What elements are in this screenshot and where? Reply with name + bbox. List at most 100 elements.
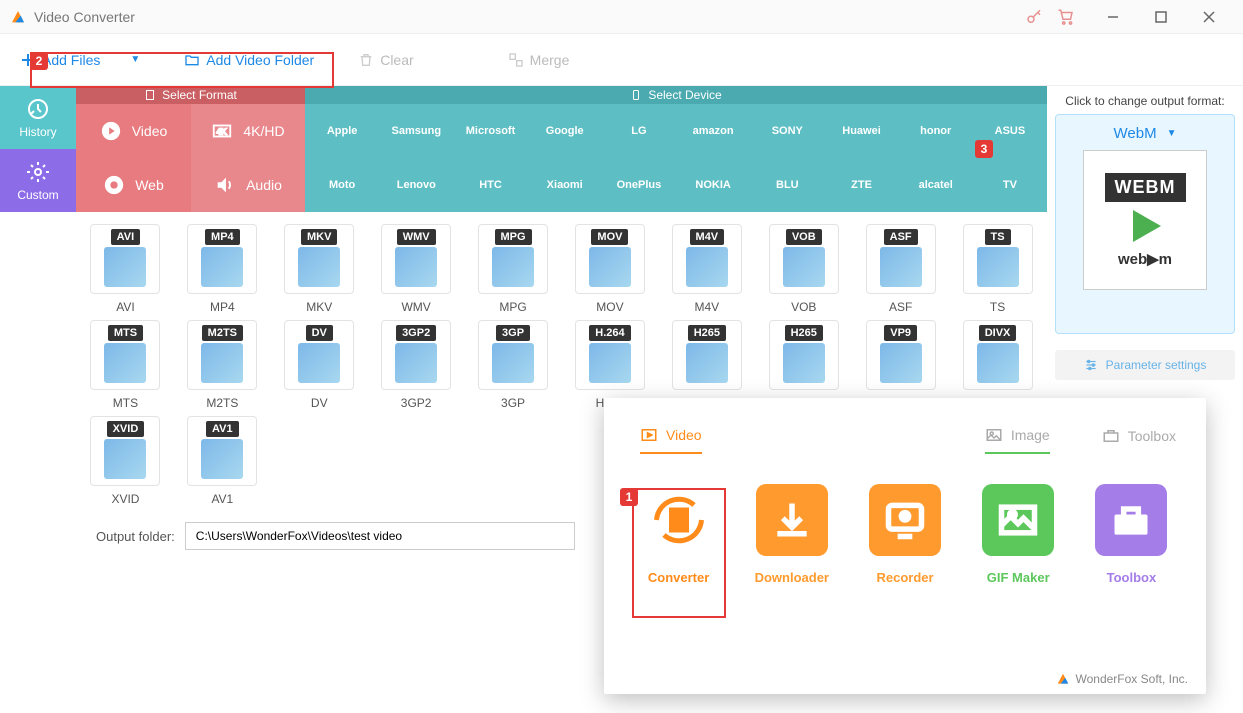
tab-video[interactable]: Video bbox=[76, 104, 191, 158]
format-mkv[interactable]: MKVMKV bbox=[272, 224, 367, 314]
play-icon bbox=[1121, 202, 1169, 250]
brand-htc[interactable]: HTC bbox=[453, 158, 527, 212]
brand-amazon[interactable]: amazon bbox=[676, 104, 750, 158]
format-avi[interactable]: AVIAVI bbox=[78, 224, 173, 314]
clear-label: Clear bbox=[380, 52, 413, 68]
tab-web[interactable]: Web bbox=[76, 158, 191, 212]
output-format-card[interactable]: WebM ▼ WEBM web▶m bbox=[1055, 114, 1235, 334]
merge-label: Merge bbox=[530, 52, 570, 68]
tool-downloader[interactable]: Downloader bbox=[747, 484, 836, 585]
speaker-icon bbox=[214, 174, 236, 196]
annotation-box-1 bbox=[632, 488, 726, 618]
parameter-settings-button[interactable]: Parameter settings bbox=[1055, 350, 1235, 380]
format-mts[interactable]: MTSMTS bbox=[78, 320, 173, 410]
brand-lenovo[interactable]: Lenovo bbox=[379, 158, 453, 212]
close-button[interactable] bbox=[1185, 0, 1233, 33]
format-vob[interactable]: VOBVOB bbox=[756, 224, 851, 314]
brand-apple[interactable]: Apple bbox=[305, 104, 379, 158]
device-icon bbox=[630, 89, 642, 101]
tab-audio[interactable]: Audio bbox=[191, 158, 305, 212]
tool-recorder[interactable]: Recorder bbox=[860, 484, 949, 585]
brand-sony[interactable]: SONY bbox=[750, 104, 824, 158]
toolbox-icon bbox=[1102, 427, 1120, 445]
format-h265[interactable]: H265H265 bbox=[659, 320, 754, 410]
brand-google[interactable]: Google bbox=[528, 104, 602, 158]
format-3gp[interactable]: 3GP3GP bbox=[466, 320, 561, 410]
format-mp4[interactable]: MP4MP4 bbox=[175, 224, 270, 314]
left-sidebar: History Custom bbox=[0, 86, 76, 713]
format-3gp2[interactable]: 3GP23GP2 bbox=[369, 320, 464, 410]
device-brands-row-1: AppleSamsungMicrosoftGoogleLGamazonSONYH… bbox=[305, 104, 1047, 158]
output-format-title: Click to change output format: bbox=[1055, 94, 1235, 108]
output-folder-label: Output folder: bbox=[96, 529, 175, 544]
4k-icon: 4K bbox=[211, 120, 233, 142]
output-format-name: WebM bbox=[1114, 125, 1157, 142]
sliders-icon bbox=[1084, 358, 1098, 372]
brand-huawei[interactable]: Huawei bbox=[824, 104, 898, 158]
history-label: History bbox=[19, 125, 56, 139]
output-folder-input[interactable] bbox=[185, 522, 575, 550]
format-mpg[interactable]: MPGMPG bbox=[466, 224, 561, 314]
tool-toolbox[interactable]: Toolbox bbox=[1087, 484, 1176, 585]
format-ts[interactable]: TSTS bbox=[950, 224, 1045, 314]
device-brands-row-2: MotoLenovoHTCXiaomiOnePlusNOKIABLUZTEalc… bbox=[305, 158, 1047, 212]
tab-4k[interactable]: 4K 4K/HD bbox=[191, 104, 305, 158]
format-dv[interactable]: DVDV bbox=[272, 320, 367, 410]
brand-lg[interactable]: LG bbox=[602, 104, 676, 158]
clear-button[interactable]: Clear bbox=[348, 44, 423, 76]
format-m4v[interactable]: M4VM4V bbox=[659, 224, 754, 314]
trash-icon bbox=[358, 52, 374, 68]
launcher-tab-image[interactable]: Image bbox=[985, 426, 1050, 454]
merge-button[interactable]: Merge bbox=[498, 44, 580, 76]
key-icon[interactable] bbox=[1025, 8, 1057, 26]
play-icon bbox=[100, 120, 122, 142]
category-header-row: Select Format Select Device bbox=[76, 86, 1047, 104]
titlebar: Video Converter bbox=[0, 0, 1243, 34]
brand-honor[interactable]: honor bbox=[899, 104, 973, 158]
video-icon bbox=[640, 426, 658, 444]
launcher-footer: WonderFox Soft, Inc. bbox=[1056, 672, 1189, 686]
format-m2ts[interactable]: M2TSM2TS bbox=[175, 320, 270, 410]
doc-icon bbox=[144, 89, 156, 101]
brand-blu[interactable]: BLU bbox=[750, 158, 824, 212]
launcher-tabs: Video Image Toolbox bbox=[604, 398, 1206, 464]
maximize-button[interactable] bbox=[1137, 0, 1185, 33]
app-logo-icon bbox=[10, 9, 26, 25]
brand-xiaomi[interactable]: Xiaomi bbox=[528, 158, 602, 212]
brand-samsung[interactable]: Samsung bbox=[379, 104, 453, 158]
launcher-tab-video[interactable]: Video bbox=[640, 426, 702, 454]
minimize-button[interactable] bbox=[1089, 0, 1137, 33]
format-mov[interactable]: MOVMOV bbox=[563, 224, 658, 314]
format-wmv[interactable]: WMVWMV bbox=[369, 224, 464, 314]
brand-zte[interactable]: ZTE bbox=[824, 158, 898, 212]
format-av1[interactable]: AV1AV1 bbox=[175, 416, 270, 506]
sidebar-history[interactable]: History bbox=[0, 86, 76, 149]
image-icon bbox=[985, 426, 1003, 444]
chevron-down-icon: ▼ bbox=[1167, 128, 1177, 139]
brand-microsoft[interactable]: Microsoft bbox=[453, 104, 527, 158]
brand-alcatel[interactable]: alcatel bbox=[899, 158, 973, 212]
format-h265[interactable]: H265H265 bbox=[756, 320, 851, 410]
select-device-header: Select Device bbox=[305, 86, 1047, 104]
cart-icon[interactable] bbox=[1057, 8, 1089, 26]
brand-moto[interactable]: Moto bbox=[305, 158, 379, 212]
format-asf[interactable]: ASFASF bbox=[853, 224, 948, 314]
gear-icon bbox=[26, 160, 50, 184]
app-logo-icon bbox=[1056, 672, 1070, 686]
history-icon bbox=[26, 97, 50, 121]
sidebar-custom[interactable]: Custom bbox=[0, 149, 76, 212]
format-vp9[interactable]: VP9VP9 bbox=[853, 320, 948, 410]
annotation-num-3: 3 bbox=[975, 140, 993, 158]
brand-tv[interactable]: TV bbox=[973, 158, 1047, 212]
brand-oneplus[interactable]: OnePlus bbox=[602, 158, 676, 212]
chrome-icon bbox=[103, 174, 125, 196]
category-row-2: Web Audio MotoLenovoHTCXiaomiOnePlusNOKI… bbox=[76, 158, 1047, 212]
format-h264[interactable]: H.264H264 bbox=[563, 320, 658, 410]
tool-gif-maker[interactable]: GIF Maker bbox=[974, 484, 1063, 585]
brand-nokia[interactable]: NOKIA bbox=[676, 158, 750, 212]
format-xvid[interactable]: XVIDXVID bbox=[78, 416, 173, 506]
merge-icon bbox=[508, 52, 524, 68]
launcher-tab-toolbox[interactable]: Toolbox bbox=[1102, 426, 1176, 454]
category-row-1: Video 4K 4K/HD AppleSamsungMicrosoftGoog… bbox=[76, 104, 1047, 158]
format-divx[interactable]: DIVXDIVX bbox=[950, 320, 1045, 410]
